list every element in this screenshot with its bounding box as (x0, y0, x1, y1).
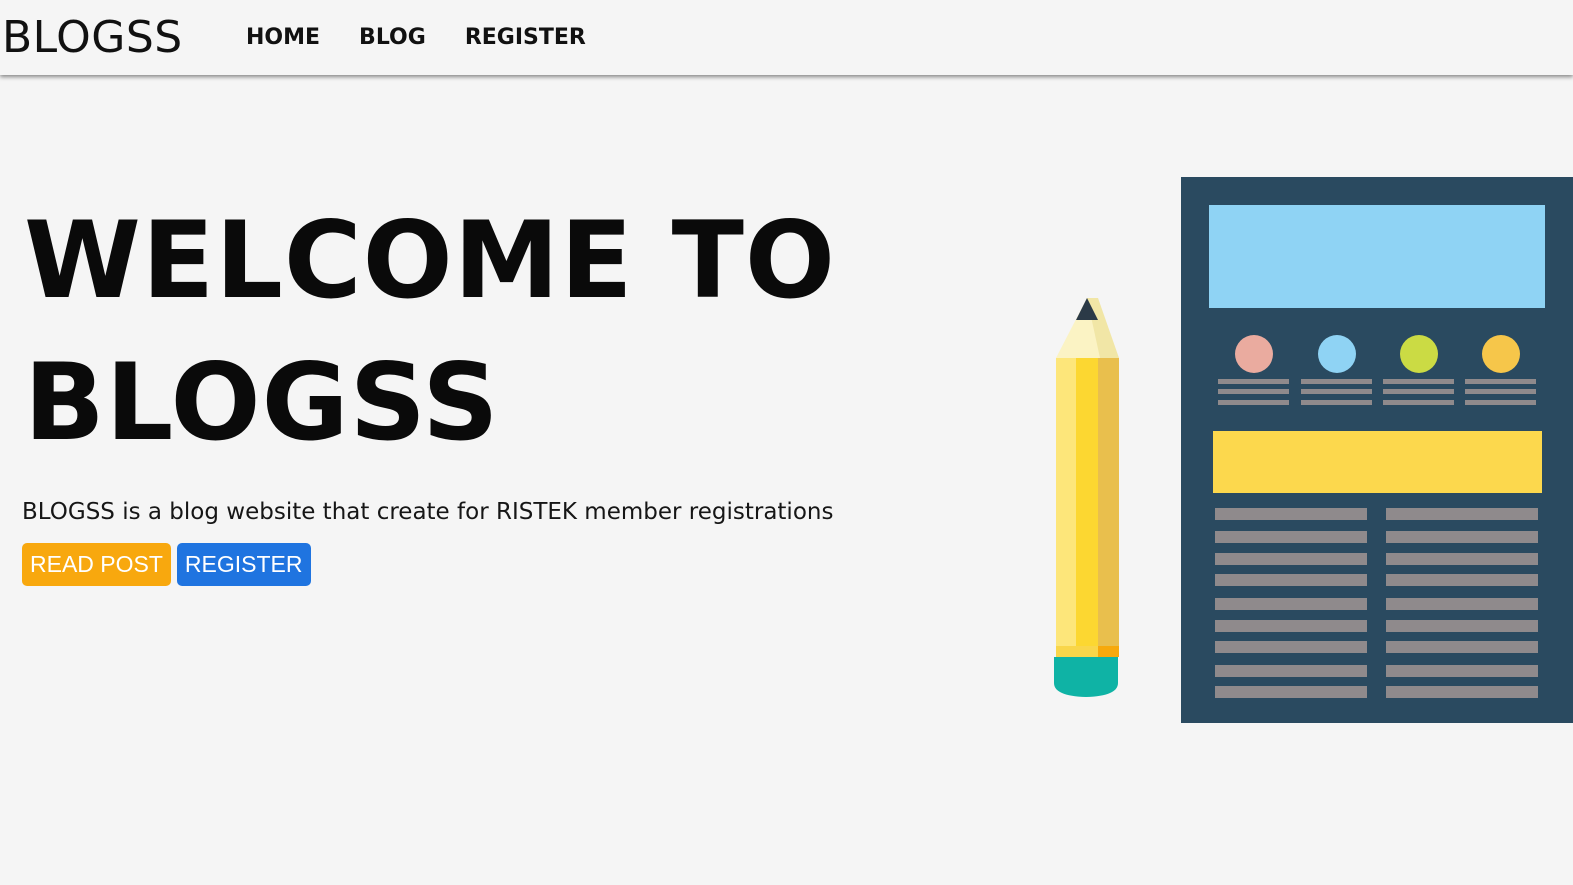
nav-links: HOME BLOG REGISTER (246, 25, 586, 51)
pencil-icon (1054, 298, 1119, 697)
register-button[interactable]: REGISTER (176, 543, 311, 586)
hero-title-line-1: WELCOME TO (24, 199, 836, 322)
navbar: BLOGSS HOME BLOG REGISTER (0, 0, 1573, 75)
hero-buttons: READ POST REGISTER (22, 543, 311, 586)
hero-illustration (1054, 177, 1573, 723)
hero-description: BLOGSS is a blog website that create for… (22, 499, 834, 525)
hero-title-line-2: BLOGSS (24, 341, 500, 464)
nav-link-blog[interactable]: BLOG (359, 25, 426, 51)
brand-logo[interactable]: BLOGSS (2, 14, 183, 62)
hero-title: WELCOME TO BLOGSS (24, 190, 924, 474)
read-post-button[interactable]: READ POST (22, 543, 171, 586)
nav-link-home[interactable]: HOME (246, 25, 320, 51)
nav-link-register[interactable]: REGISTER (465, 25, 586, 51)
document-layout-icon (1181, 177, 1573, 723)
